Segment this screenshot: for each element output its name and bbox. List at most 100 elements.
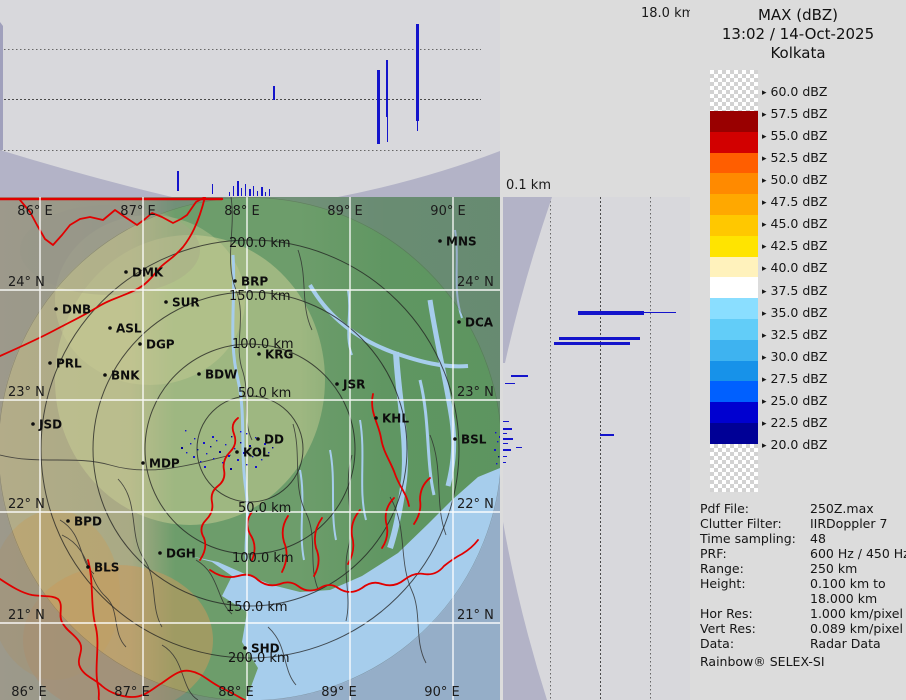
top-profile-grid [0, 22, 500, 197]
legend-label: ▸ 57.5 dBZ [762, 106, 828, 122]
metadata-row: Hor Res: 1.000 km/pixel [700, 606, 906, 621]
longitude-label-bottom: 87° E [114, 685, 149, 700]
metadata-value: Radar Data [810, 636, 881, 651]
station-label-DMK: DMK [132, 266, 164, 280]
echo-pixel [496, 463, 498, 465]
legend-tick-arrow-icon: ▸ [762, 110, 767, 121]
legend-tick-arrow-icon: ▸ [762, 198, 767, 209]
latitude-label-right: 23° N [457, 385, 494, 400]
top-profile-echo-bar [249, 189, 251, 196]
top-profile-echo-bar [387, 117, 388, 142]
echo-pixel [197, 449, 199, 451]
station-label-KHL: KHL [382, 412, 409, 426]
station-dot-BSL [453, 437, 457, 441]
station-label-BDW: BDW [205, 368, 237, 382]
metadata-value: 0.089 km/pixel [810, 621, 903, 636]
station-label-BSL: BSL [461, 433, 487, 447]
station-label-DCA: DCA [465, 316, 494, 330]
longitude-label-top: 89° E [327, 204, 362, 219]
product-title-block: MAX (dBZ) 13:02 / 14-Oct-2025 Kolkata [690, 6, 906, 63]
station-dot-DNB [54, 307, 58, 311]
station-dot-BLS [86, 565, 90, 569]
right-profile-echo-bar [554, 342, 630, 345]
top-profile-echo-bar [257, 191, 258, 196]
station-label-DGH: DGH [166, 547, 196, 561]
station-label-SUR: SUR [172, 296, 200, 310]
right-profile-echo-bar [516, 447, 522, 448]
station-dot-KRG [257, 352, 261, 356]
station-label-PRL: PRL [56, 357, 82, 371]
top-profile-echo-bar [237, 181, 239, 196]
echo-pixel [234, 448, 236, 450]
legend-band [710, 402, 758, 424]
station-label-BNK: BNK [111, 369, 140, 383]
station-dot-PRL [48, 361, 52, 365]
right-profile-echo-bar [559, 337, 640, 340]
metadata-row: Height: 0.100 km to [700, 576, 906, 591]
right-height-profile-panel[interactable] [503, 197, 690, 700]
legend-tick-arrow-icon: ▸ [762, 396, 767, 407]
station-dot-BNK [103, 373, 107, 377]
legend-label: ▸ 55.0 dBZ [762, 128, 828, 144]
metadata-label: Height: [700, 576, 746, 591]
station-label-JSR: JSR [342, 378, 365, 392]
right-profile-echo-bar [578, 311, 644, 315]
right-profile-echo-bar [503, 428, 512, 430]
legend-band [710, 173, 758, 195]
echo-pixel [181, 447, 183, 449]
top-profile-echo-bar [177, 171, 179, 191]
metadata-row: Pdf File: 250Z.max [700, 501, 906, 516]
legend-tick-arrow-icon: ▸ [762, 418, 767, 429]
top-profile-echo-bar [233, 186, 234, 196]
legend-label: ▸ 20.0 dBZ [762, 436, 828, 452]
beam-blockage-wedge [503, 197, 552, 363]
echo-pixel [497, 441, 499, 443]
range-ring-label: 150.0 km [229, 289, 291, 304]
legend-label: ▸ 22.5 dBZ [762, 414, 828, 430]
product-datetime: 13:02 / 14-Oct-2025 [721, 25, 875, 43]
height-axis-min-label: 0.1 km [506, 178, 551, 193]
echo-pixel [237, 459, 239, 461]
right-profile-echo-bar [503, 462, 506, 463]
longitude-label-top: 87° E [120, 204, 155, 219]
latitude-label-left: 21° N [8, 608, 45, 623]
legend-tick-arrow-icon: ▸ [762, 264, 767, 275]
echo-pixel [204, 466, 206, 468]
station-dot-SUR [164, 300, 168, 304]
longitude-label-bottom: 88° E [218, 685, 253, 700]
legend-label: ▸ 47.5 dBZ [762, 194, 828, 210]
top-height-profile-panel[interactable] [0, 0, 500, 197]
radar-site-name: Kolkata [770, 44, 826, 62]
echo-pixel [255, 437, 257, 439]
top-profile-echo-bar [241, 188, 242, 196]
echo-pixel [222, 462, 224, 464]
echo-pixel [190, 443, 192, 445]
beam-blockage-wedge [338, 151, 500, 197]
station-dot-KHL [374, 416, 378, 420]
echo-pixel [186, 452, 188, 454]
radar-map[interactable]: MNS DMK BRP SUR DNB DCA ASL DGP KRG PRL BNK BDW JSR J… [0, 196, 502, 700]
range-ring-label: 100.0 km [232, 551, 294, 566]
legend-tick-arrow-icon: ▸ [762, 220, 767, 231]
right-profile-echo-bar [503, 421, 509, 422]
station-label-JSD: JSD [38, 418, 62, 432]
station-dot-DGH [158, 551, 162, 555]
metadata-label: Data: [700, 636, 735, 651]
scan-metadata: Pdf File: 250Z.max Clutter Filter: IIRDoppl… [700, 501, 906, 669]
legend-band [710, 235, 758, 258]
top-profile-echo-bar [377, 70, 380, 144]
legend-label: ▸ 42.5 dBZ [762, 238, 828, 254]
legend-band [710, 360, 758, 382]
range-ring-label: 200.0 km [228, 651, 290, 666]
legend-tick-arrow-icon: ▸ [762, 330, 767, 341]
range-ring-label: 50.0 km [238, 386, 291, 401]
echo-pixel [231, 436, 233, 438]
echo-pixel [206, 453, 208, 455]
legend-band [710, 319, 758, 341]
echo-pixel [212, 436, 214, 438]
top-profile-echo-bar [273, 86, 275, 100]
beam-blockage-wedge [0, 150, 172, 197]
legend-tick-arrow-icon: ▸ [762, 440, 767, 451]
legend-label: ▸ 32.5 dBZ [762, 326, 828, 342]
metadata-value: 250 km [810, 561, 858, 576]
